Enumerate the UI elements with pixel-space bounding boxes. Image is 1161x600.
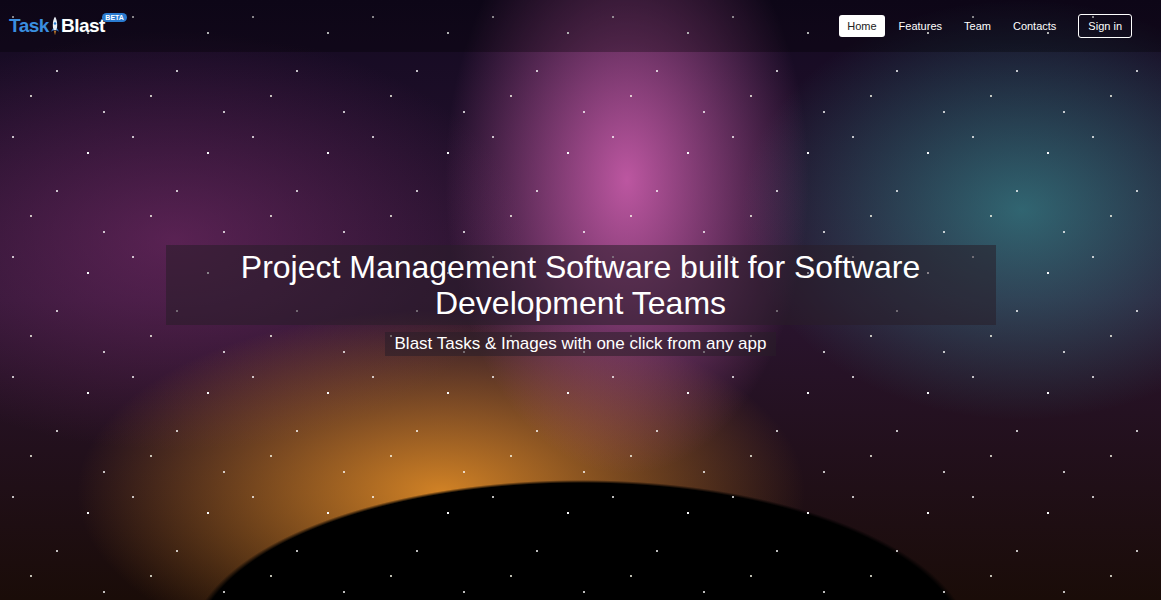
hero-subtitle: Blast Tasks & Images with one click from… bbox=[385, 332, 777, 356]
hero-title: Project Management Software built for So… bbox=[166, 245, 996, 325]
nav-link[interactable]: Team bbox=[956, 15, 999, 37]
nav-link[interactable]: Home bbox=[839, 15, 884, 37]
logo-second: Blast bbox=[61, 15, 105, 37]
beta-badge: BETA bbox=[102, 13, 127, 22]
nav-link[interactable]: Contacts bbox=[1005, 15, 1064, 37]
main-nav: Home Features Team Contacts Sign in bbox=[839, 14, 1132, 38]
logo-first: Task bbox=[9, 15, 49, 37]
nav-link[interactable]: Features bbox=[891, 15, 950, 37]
rocket-icon bbox=[50, 15, 60, 37]
logo[interactable]: Task BlastBETA bbox=[9, 15, 127, 37]
hero: Project Management Software built for So… bbox=[0, 52, 1161, 356]
sign-in-button[interactable]: Sign in bbox=[1078, 14, 1132, 38]
landing-page: Task BlastBETA Home Features Team Contacts Sig… bbox=[0, 0, 1161, 600]
top-bar: Task BlastBETA Home Features Team Contacts Sig… bbox=[0, 0, 1161, 52]
